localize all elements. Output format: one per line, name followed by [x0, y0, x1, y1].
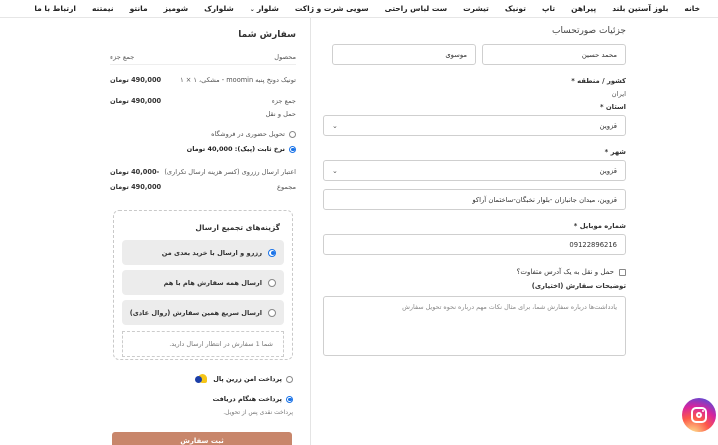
nav-item-blouse[interactable]: شومیز — [156, 4, 196, 13]
payment-option-zarinpal[interactable]: پرداخت امن زرین پال — [113, 373, 293, 385]
shipping-label: حمل و نقل — [265, 109, 296, 118]
nav-item-loungewear[interactable]: ست لباس راحتی — [377, 4, 456, 13]
col-product-label: محصول — [274, 53, 296, 61]
payment-cod-label: پرداخت هنگام دریافت — [212, 395, 282, 403]
zarinpal-logo — [195, 374, 209, 384]
province-label: استان * — [599, 103, 626, 111]
ship-option-pickup[interactable]: تحویل حضوری در فروشگاه — [110, 128, 296, 140]
country-value: ایران — [611, 90, 626, 98]
nav-item-shorts[interactable]: شلوارک — [196, 4, 242, 13]
nav-item-dress[interactable]: پیراهن — [563, 4, 604, 13]
nav-item-pants-label: شلوار — [256, 4, 279, 13]
credit-label: اعتبار ارسال رزروی (کسر هزینه ارسال تکرا… — [164, 167, 296, 176]
province-select[interactable]: قزوین ⌄ — [323, 115, 626, 136]
last-name-field[interactable]: موسوی — [332, 44, 476, 65]
ship-option-courier[interactable]: نرخ ثابت (پیک): 40,000 تومان — [110, 143, 296, 155]
phone-field[interactable]: 09122896216 — [323, 234, 626, 255]
top-nav: خانه بلوز آستین بلند پیراهن تاپ تونیک تی… — [0, 0, 718, 18]
address-field[interactable]: قزوین، میدان جانبازان -بلوار نخبگان-ساخت… — [323, 189, 626, 210]
credit-value: -40,000 تومان — [110, 167, 160, 176]
payment-zarinpal-label: پرداخت امن زرین پال — [213, 375, 282, 383]
column-divider — [310, 18, 311, 445]
grouping-option-all-together-radio[interactable] — [268, 278, 276, 287]
grouping-option-reserve[interactable]: رزرو و ارسال با خرید بعدی من — [122, 240, 284, 265]
ship-different-label: حمل و نقل به یک آدرس متفاوت؟ — [516, 268, 614, 276]
nav-item-croptop[interactable]: نیمتنه — [84, 4, 122, 13]
nav-item-tunic[interactable]: تونیک — [497, 4, 534, 13]
country-label: کشور / منطقه * — [571, 77, 626, 85]
city-select-value: قزوین — [599, 166, 617, 175]
nav-item-home[interactable]: خانه — [676, 4, 708, 13]
camera-glyph — [691, 407, 707, 423]
order-notes-field[interactable]: یادداشت‌ها درباره سفارش شما، برای مثال ن… — [323, 296, 626, 356]
nav-item-sweatshirt[interactable]: سویی شرت و ژاکت — [287, 4, 377, 13]
nav-item-long-sleeve[interactable]: بلوز آستین بلند — [604, 4, 676, 13]
order-item-name: تونیک دونخ پنبه moomin - مشکی، ۱ × ۱ — [180, 75, 296, 84]
order-item-price: 490,000 تومان — [110, 75, 162, 84]
grouping-option-express-label: ارسال سریع همین سفارش (روال عادی) — [129, 308, 262, 317]
city-label: شهر * — [604, 148, 626, 156]
subtotal-label: جمع جزء — [271, 96, 296, 105]
ship-different-checkbox[interactable] — [619, 268, 626, 276]
nav-item-top[interactable]: تاپ — [534, 4, 563, 13]
payment-zarinpal-radio[interactable] — [286, 375, 293, 383]
ship-option-pickup-label: تحویل حضوری در فروشگاه — [211, 130, 285, 138]
ship-option-pickup-radio[interactable] — [289, 130, 296, 138]
total-label: مجموع — [277, 182, 296, 191]
order-notes-label: توضیحات سفارش (اختیاری) — [531, 282, 626, 290]
city-select[interactable]: قزوین ⌄ — [323, 160, 626, 181]
nav-item-pants[interactable]: شلوار⌄ — [242, 4, 287, 13]
order-summary: سفارش شما محصول جمع جزء تونیک دونخ پنبه … — [110, 30, 296, 193]
ship-different-address[interactable]: حمل و نقل به یک آدرس متفاوت؟ — [323, 268, 626, 276]
shipping-grouping-box: گزینه‌های تجمیع ارسال رزرو و ارسال با خر… — [113, 210, 293, 360]
payment-cod-radio[interactable] — [286, 395, 293, 403]
grouping-option-all-together[interactable]: ارسال همه سفارش هام با هم — [122, 270, 284, 295]
total-value: 490,000 تومان — [110, 182, 162, 191]
grouping-option-reserve-label: رزرو و ارسال با خرید بعدی من — [161, 248, 262, 257]
billing-form: جزئیات صورتحساب محمد حسین موسوی کشور / م… — [323, 26, 626, 356]
order-item-row: تونیک دونخ پنبه moomin - مشکی، ۱ × ۱ 490… — [110, 73, 296, 86]
payment-option-cod[interactable]: پرداخت هنگام دریافت پرداخت نقدی پس از تح… — [113, 393, 293, 416]
ship-option-courier-label: نرخ ثابت (پیک): 40,000 تومان — [186, 145, 285, 153]
order-title: سفارش شما — [238, 30, 296, 40]
payment-cod-note: پرداخت نقدی پس از تحویل. — [223, 409, 293, 416]
subtotal-value: 490,000 تومان — [110, 96, 162, 105]
grouping-option-reserve-radio[interactable] — [268, 248, 276, 257]
grouping-pending-note: شما 1 سفارش در انتظار ارسال دارید. — [122, 331, 284, 357]
billing-title: جزئیات صورتحساب — [551, 26, 626, 36]
nav-item-tshirt[interactable]: تیشرت — [455, 4, 497, 13]
nav-item-manteau[interactable]: مانتو — [122, 4, 156, 13]
nav-item-contact[interactable]: ارتباط با ما — [26, 4, 84, 13]
col-subtotal-label: جمع جزء — [110, 53, 135, 61]
grouping-option-all-together-label: ارسال همه سفارش هام با هم — [163, 278, 262, 287]
phone-label: شماره موبایل * — [573, 222, 626, 230]
place-order-button[interactable]: ثبت سفارش — [112, 432, 292, 445]
chevron-down-icon: ⌄ — [332, 166, 338, 175]
first-name-field[interactable]: محمد حسین — [482, 44, 626, 65]
grouping-option-express[interactable]: ارسال سریع همین سفارش (روال عادی) — [122, 300, 284, 325]
ship-option-courier-radio[interactable] — [289, 145, 296, 153]
chevron-down-icon: ⌄ — [332, 121, 338, 130]
grouping-option-express-radio[interactable] — [268, 308, 276, 317]
grouping-title: گزینه‌های تجمیع ارسال — [195, 223, 280, 232]
instagram-icon[interactable] — [682, 398, 716, 432]
province-select-value: قزوین — [599, 121, 617, 130]
chevron-down-icon: ⌄ — [249, 6, 255, 13]
